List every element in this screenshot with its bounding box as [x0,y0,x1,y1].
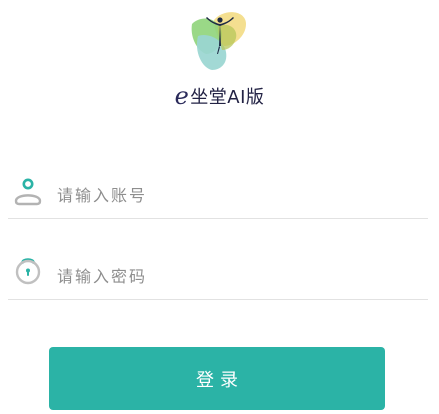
brand-e-mark: e [174,82,190,110]
user-icon [14,178,42,206]
account-field [8,174,428,219]
app-logo-icon [191,12,246,70]
login-button[interactable]: 登录 [49,347,385,410]
brand-name: 坐堂AI版 [190,87,265,108]
password-field [8,255,428,300]
password-input[interactable] [57,261,407,291]
brand-title: e坐堂AI版 [0,82,439,110]
lock-icon [15,258,41,285]
account-input[interactable] [57,180,407,210]
